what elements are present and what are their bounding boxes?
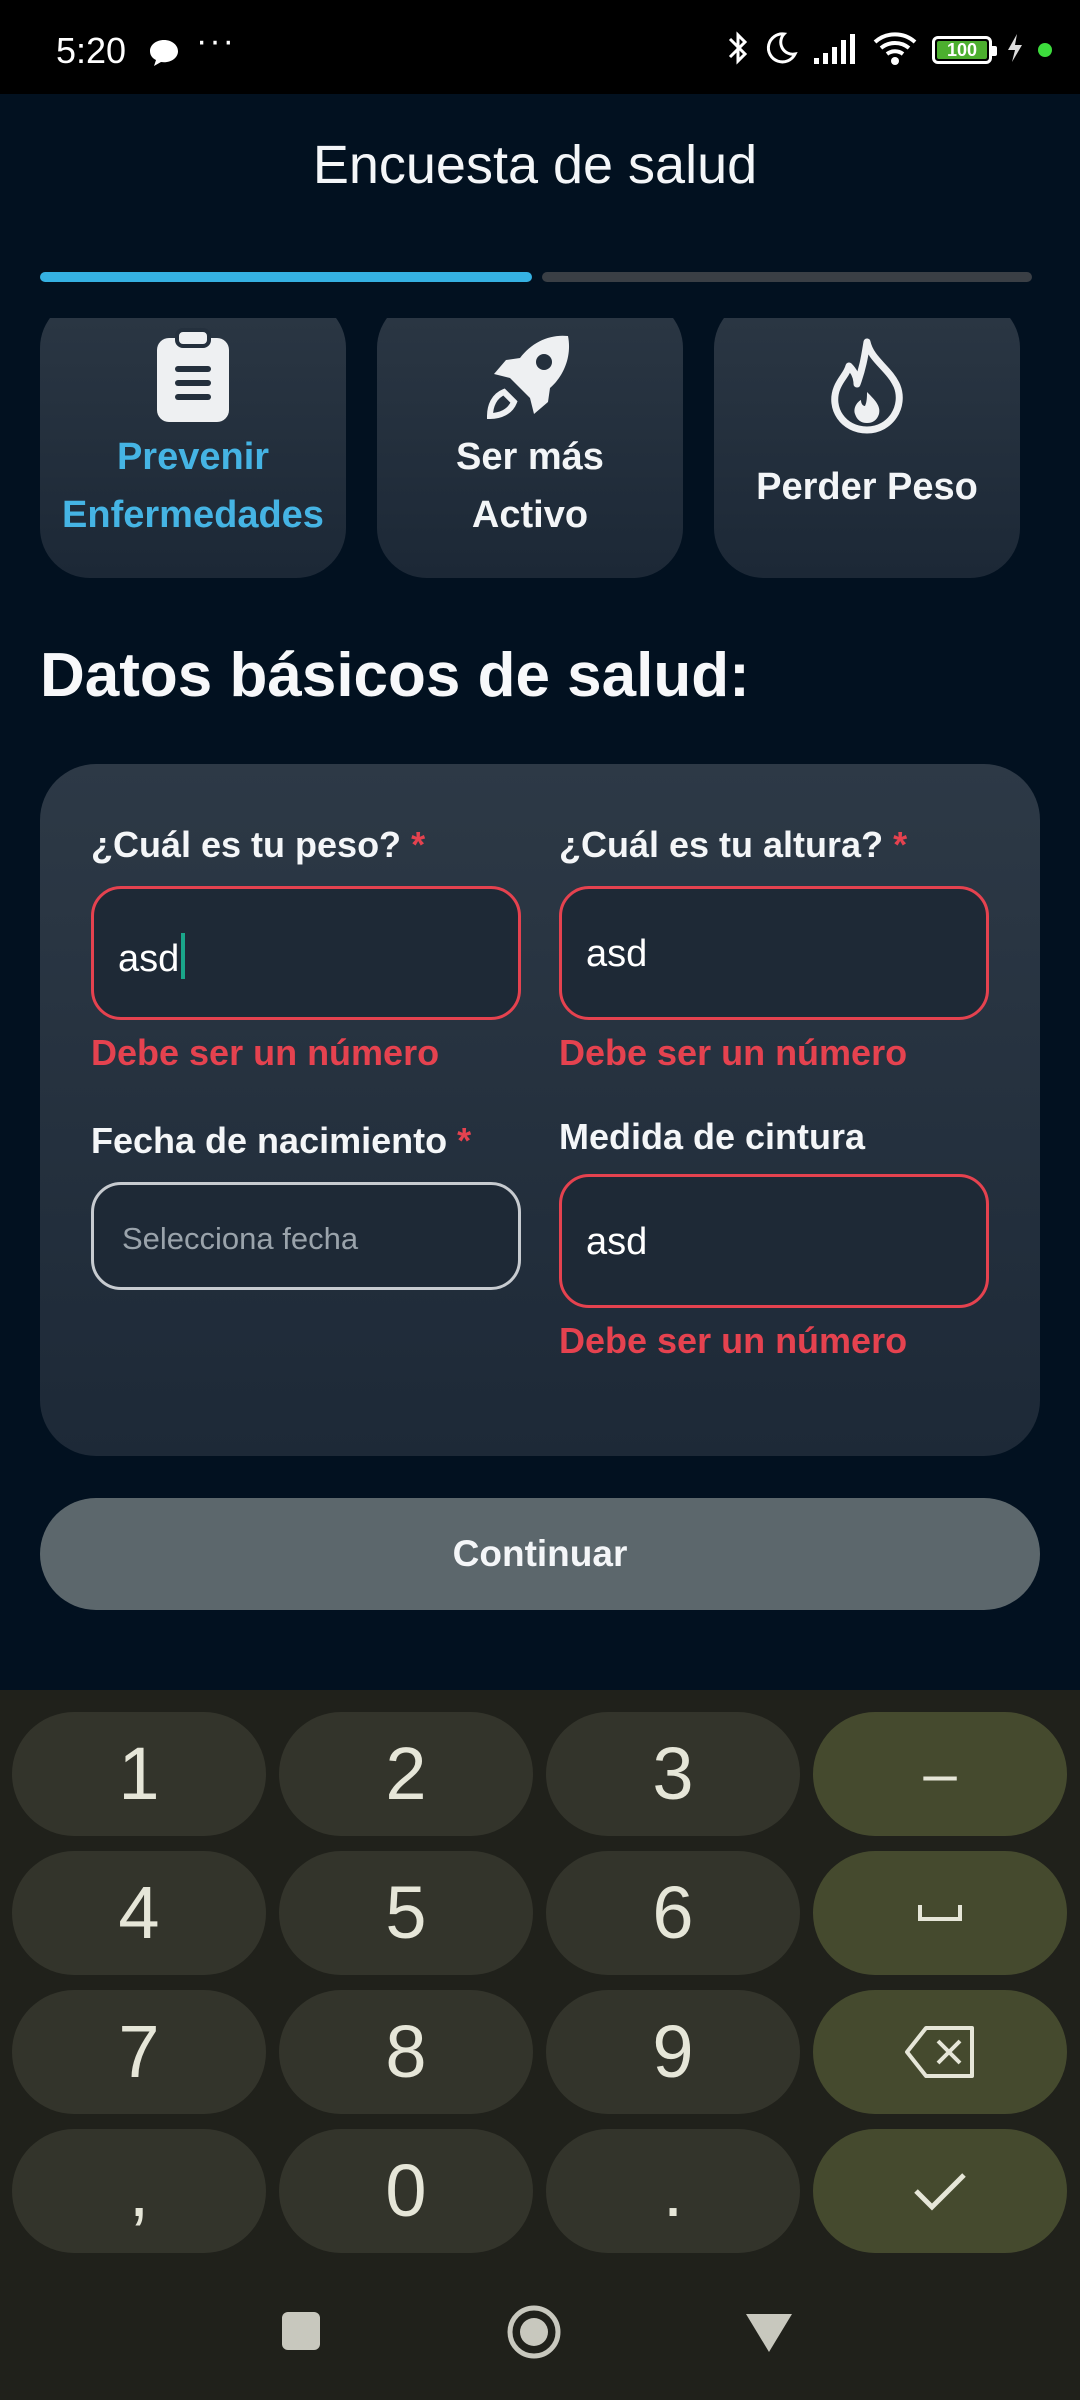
charging-bolt-icon (1006, 33, 1024, 68)
key-period[interactable]: . (546, 2129, 800, 2253)
health-data-form: ¿Cuál es tu peso? * asd Debe ser un núme… (40, 764, 1040, 1456)
waist-label: Medida de cintura (559, 1116, 866, 1157)
goal-label-line2: Enfermedades (62, 494, 324, 536)
progress-step-1 (40, 272, 532, 282)
section-title: Datos básicos de salud: (40, 641, 750, 710)
key-8[interactable]: 8 (279, 1990, 533, 2114)
key-backspace[interactable] (813, 1990, 1067, 2114)
key-5[interactable]: 5 (279, 1851, 533, 1975)
continue-button[interactable]: Continuar (40, 1498, 1040, 1610)
battery-level: 100 (946, 40, 978, 60)
backspace-icon (905, 2026, 974, 2078)
key-7[interactable]: 7 (12, 1990, 266, 2114)
key-6[interactable]: 6 (546, 1851, 800, 1975)
goal-label-line1: Prevenir (116, 436, 270, 478)
height-error: Debe ser un número (559, 1032, 908, 1073)
flame-icon (714, 336, 1020, 436)
height-value: asd (586, 933, 648, 975)
rocket-icon (377, 328, 683, 428)
wifi-icon (872, 30, 918, 71)
key-enter[interactable] (813, 2129, 1067, 2253)
key-comma[interactable]: , (12, 2129, 266, 2253)
home-circle-icon[interactable] (506, 2304, 562, 2365)
required-mark: * (457, 1120, 472, 1161)
required-mark: * (411, 824, 426, 865)
progress-step-2 (542, 272, 1032, 282)
waist-value: asd (586, 1221, 648, 1263)
key-9[interactable]: 9 (546, 1990, 800, 2114)
weight-error: Debe ser un número (91, 1032, 440, 1073)
bluetooth-icon (726, 30, 750, 71)
status-time: 5:20 (56, 30, 127, 71)
birthdate-placeholder: Selecciona fecha (122, 1221, 359, 1256)
key-2[interactable]: 2 (279, 1712, 533, 1836)
goal-label: Perder Peso (756, 466, 978, 508)
goal-label-line2: Activo (471, 494, 589, 536)
space-icon (918, 1905, 962, 1921)
chat-notification-icon (148, 38, 180, 73)
height-input[interactable]: asd (559, 886, 989, 1020)
key-3[interactable]: 3 (546, 1712, 800, 1836)
key-0[interactable]: 0 (279, 2129, 533, 2253)
weight-label: ¿Cuál es tu peso? * (91, 824, 426, 865)
battery-icon: 100 (932, 36, 997, 64)
key-space[interactable] (813, 1851, 1067, 1975)
birthdate-label: Fecha de nacimiento * (91, 1120, 472, 1161)
key-minus[interactable]: – (813, 1712, 1067, 1836)
more-notifications-icon: ··· (196, 22, 236, 60)
goal-label-line1: Ser más (456, 436, 604, 478)
page-title: Encuesta de salud (312, 135, 758, 195)
signal-icon (812, 32, 858, 69)
height-label: ¿Cuál es tu altura? * (559, 824, 908, 865)
waist-input[interactable]: asd (559, 1174, 989, 1308)
goal-card-be-more-active[interactable]: Ser más Activo (377, 318, 683, 578)
required-mark: * (893, 824, 908, 865)
key-1[interactable]: 1 (12, 1712, 266, 1836)
birthdate-picker-field[interactable]: Selecciona fecha (91, 1182, 521, 1290)
waist-error: Debe ser un número (559, 1320, 908, 1361)
system-navigation-bar (0, 2270, 1080, 2400)
clipboard-icon (40, 328, 346, 428)
recents-square-icon[interactable] (280, 2310, 322, 2357)
survey-progress-bar (40, 272, 1032, 282)
text-cursor (181, 933, 186, 979)
privacy-indicator-dot (1038, 43, 1052, 57)
key-4[interactable]: 4 (12, 1851, 266, 1975)
back-triangle-icon[interactable] (744, 2312, 794, 2359)
weight-value: asd (118, 938, 180, 980)
check-icon (914, 2173, 966, 2211)
do-not-disturb-moon-icon (764, 31, 798, 70)
goal-card-prevent-diseases[interactable]: Prevenir Enfermedades (40, 318, 346, 578)
goal-cards-row: Prevenir Enfermedades Ser más Activo Per… (40, 318, 1040, 598)
weight-input[interactable]: asd (91, 886, 521, 1020)
status-bar: 5:20 ··· 100 (0, 0, 1080, 94)
goal-card-lose-weight[interactable]: Perder Peso (714, 318, 1020, 578)
